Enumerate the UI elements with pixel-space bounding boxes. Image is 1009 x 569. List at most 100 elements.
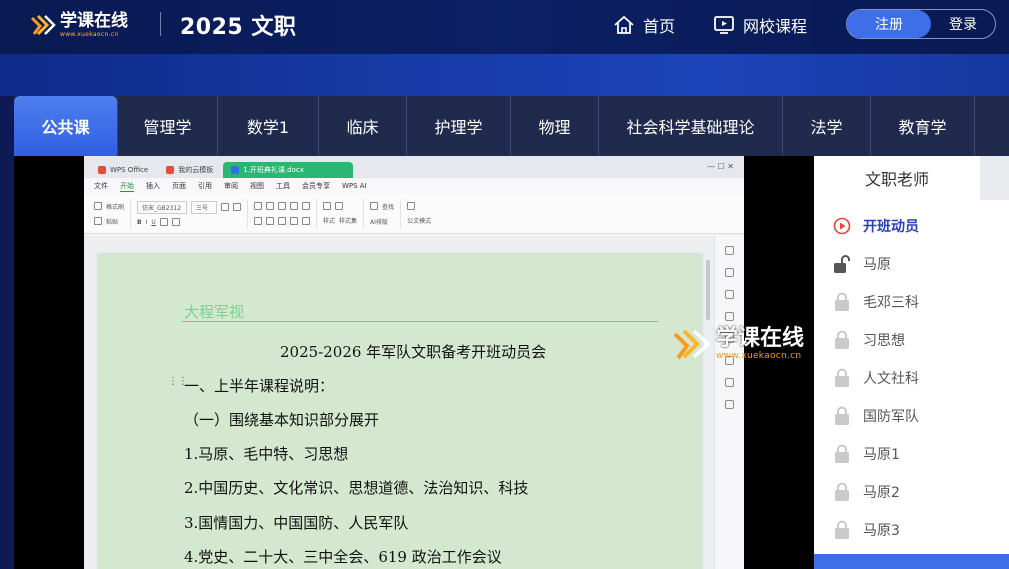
document-page[interactable]: 大程军视 2025-2026 年军队文职备考开班动员会 ⋮⋮ 一、上半年课程说明… xyxy=(98,254,702,569)
tab-math1[interactable]: 数学1 xyxy=(218,96,319,156)
login-button[interactable]: 登录 xyxy=(931,10,995,38)
wps-tab-templates-label: 我的云模板 xyxy=(178,166,214,174)
number-list-icon[interactable] xyxy=(266,202,275,210)
menu-home[interactable]: 开始 xyxy=(120,181,134,192)
ai-format-button[interactable]: AI排版 xyxy=(370,217,388,226)
menu-review[interactable]: 审阅 xyxy=(224,181,238,191)
settings-sliders-icon[interactable] xyxy=(725,290,734,299)
wps-ribbon: 格式刷 粘贴 仿宋_GB2312 三号 BIU 样式 样式集 查找 AI排版 公… xyxy=(84,194,744,234)
menu-tools[interactable]: 工具 xyxy=(276,181,290,191)
tab-law[interactable]: 法学 xyxy=(783,96,871,156)
lesson-item[interactable]: 习思想 xyxy=(832,328,905,352)
video-player[interactable]: WPS Office 我的云模板 1.开班典礼课.docx — ☐ ✕ 文件 开… xyxy=(14,156,814,569)
ribbon-clipboard: 格式刷 粘贴 xyxy=(94,198,132,229)
document-header-text: 大程军视 xyxy=(184,303,245,321)
pen-icon[interactable] xyxy=(725,246,734,255)
document-scrollbar[interactable] xyxy=(706,260,710,320)
style-set-button[interactable]: 样式集 xyxy=(339,216,357,225)
home-icon xyxy=(614,15,634,34)
tab-clinical[interactable]: 临床 xyxy=(319,96,407,156)
menu-view[interactable]: 视图 xyxy=(250,181,264,191)
wps-tab-home[interactable]: WPS Office xyxy=(90,162,156,178)
font-size-select[interactable]: 三号 xyxy=(191,200,218,214)
paste-button[interactable]: 粘贴 xyxy=(106,217,118,226)
grow-font-icon[interactable] xyxy=(221,203,230,212)
tab-social-science[interactable]: 社会科学基础理论 xyxy=(599,96,783,156)
lesson-item[interactable]: 马原 xyxy=(832,252,891,276)
help-icon[interactable] xyxy=(725,378,734,387)
tab-nursing[interactable]: 护理学 xyxy=(407,96,511,156)
menu-member[interactable]: 会员专享 xyxy=(302,181,330,191)
menu-page[interactable]: 页面 xyxy=(172,181,186,191)
lock-icon xyxy=(832,292,852,312)
bold-icon[interactable]: B xyxy=(137,219,142,226)
line-spacing-icon[interactable] xyxy=(302,202,311,210)
lesson-item[interactable]: 马原3 xyxy=(832,518,900,542)
logo-url: www.xuekaocn.cn xyxy=(60,30,119,38)
font-family-select[interactable]: 仿宋_GB2312 xyxy=(137,200,188,214)
register-button[interactable]: 注册 xyxy=(847,10,931,38)
italic-icon[interactable]: I xyxy=(146,219,148,226)
align-left-icon[interactable] xyxy=(254,217,263,225)
ribbon-edit: 查找 AI排版 xyxy=(370,198,402,229)
ribbon-official: 公文模式 xyxy=(407,199,437,229)
outdent-icon[interactable] xyxy=(290,202,299,210)
wps-tab-home-label: WPS Office xyxy=(110,166,149,174)
site-logo[interactable]: 学课在线 www.xuekaocn.cn xyxy=(30,10,128,40)
wps-tab-document-label: 1.开班典礼课.docx xyxy=(243,166,304,174)
wps-tab-document[interactable]: 1.开班典礼课.docx xyxy=(223,162,354,178)
scissors-icon[interactable] xyxy=(725,312,734,321)
tab-education[interactable]: 教育学 xyxy=(871,96,975,156)
wps-menu-bar: 文件 开始 插入 页面 引用 审阅 视图 工具 会员专享 WPS AI xyxy=(84,178,744,194)
lock-icon xyxy=(832,444,852,464)
menu-reference[interactable]: 引用 xyxy=(198,181,212,191)
nav-courses[interactable]: 网校课程 xyxy=(713,13,807,37)
font-color-icon[interactable] xyxy=(159,218,168,227)
find-button[interactable]: 查找 xyxy=(382,202,394,211)
lesson-label: 毛邓三科 xyxy=(863,295,919,311)
window-controls-icon[interactable]: — ☐ ✕ xyxy=(707,162,734,171)
lesson-item[interactable]: 毛邓三科 xyxy=(832,290,919,314)
menu-wps-ai[interactable]: WPS AI xyxy=(342,182,367,190)
official-mode-button[interactable]: 公文模式 xyxy=(407,216,431,225)
align-center-icon[interactable] xyxy=(266,217,275,225)
paste-icon xyxy=(94,217,102,225)
sidebar-title[interactable]: 文职老师 xyxy=(814,156,980,200)
style-button[interactable]: 样式 xyxy=(323,216,335,225)
tab-physics[interactable]: 物理 xyxy=(511,96,599,156)
nav-home[interactable]: 首页 xyxy=(613,13,675,37)
document-line: 4.党史、二十大、三中全会、619 政治工作会议 xyxy=(184,548,502,566)
lesson-label: 马原1 xyxy=(863,447,900,463)
lesson-item[interactable]: 马原2 xyxy=(832,480,900,504)
format-painter-button[interactable]: 格式刷 xyxy=(106,202,124,211)
underline-icon[interactable]: U xyxy=(151,219,155,226)
lesson-label: 马原2 xyxy=(863,485,900,501)
menu-insert[interactable]: 插入 xyxy=(146,181,160,191)
lesson-item[interactable]: 人文社科 xyxy=(832,366,919,390)
tab-public-course[interactable]: 公共课 xyxy=(14,96,118,156)
menu-file[interactable]: 文件 xyxy=(94,181,108,191)
justify-icon[interactable] xyxy=(290,217,299,225)
align-right-icon[interactable] xyxy=(278,217,287,225)
wps-side-toolbar xyxy=(714,236,744,569)
bullet-list-icon[interactable] xyxy=(254,202,263,210)
document-line: 2.中国历史、文化常识、思想道德、法治知识、科技 xyxy=(184,479,529,497)
sidebar-footer-bar[interactable] xyxy=(814,554,1009,569)
highlight-icon[interactable] xyxy=(171,218,180,227)
document-title: 2025-2026 年军队文职备考开班动员会 xyxy=(280,343,547,361)
lesson-sidebar: 文职老师 开班动员 马原 毛邓三科 习思想 人文社科 国防军队 马原1 马原2 … xyxy=(814,156,1009,569)
lesson-item[interactable]: 马原1 xyxy=(832,442,900,466)
lock-icon xyxy=(832,482,852,502)
shrink-font-icon[interactable] xyxy=(233,203,242,212)
banner-band xyxy=(0,54,1009,96)
indent-icon[interactable] xyxy=(278,202,287,210)
lock-icon xyxy=(832,406,852,426)
wps-tab-templates[interactable]: 我的云模板 xyxy=(158,162,221,178)
border-icon[interactable] xyxy=(302,217,311,225)
lesson-item[interactable]: 国防军队 xyxy=(832,404,919,428)
tab-management[interactable]: 管理学 xyxy=(118,96,218,156)
cursor-icon[interactable] xyxy=(725,268,734,277)
format-painter-icon xyxy=(94,202,102,210)
lesson-item[interactable]: 开班动员 xyxy=(832,214,919,238)
more-icon[interactable] xyxy=(725,400,734,409)
